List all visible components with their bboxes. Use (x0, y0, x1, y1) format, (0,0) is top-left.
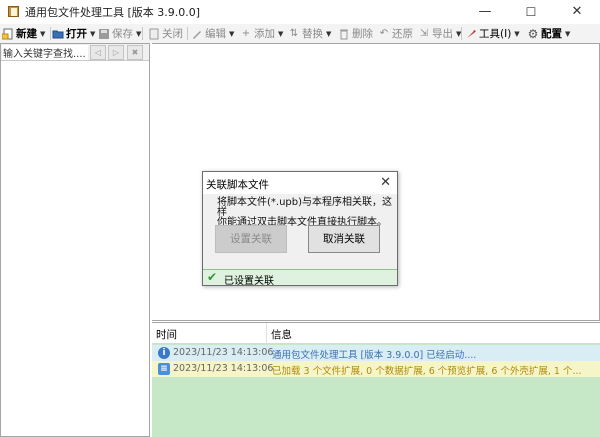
tools-dropdown-icon: ▼ (514, 29, 520, 38)
add-button[interactable]: + 添加 ▼ (240, 24, 284, 43)
file-tree-panel[interactable]: ◁ ▷ ✖ (0, 43, 150, 437)
dialog-status-bar: ✔ 已设置关联 (203, 269, 397, 287)
add-dropdown-icon: ▼ (278, 29, 284, 38)
dialog-title: 关联脚本文件 (206, 179, 269, 191)
pencil-icon (191, 28, 203, 40)
edit-dropdown-icon: ▼ (229, 29, 235, 38)
add-label: 添加 (254, 28, 275, 40)
dialog-close-icon[interactable]: ✕ (380, 175, 391, 190)
plus-icon: + (241, 27, 251, 39)
restore-button[interactable]: ↶ 还原 (378, 24, 413, 43)
delete-icon (338, 28, 350, 40)
log-col-info[interactable]: 信息 (271, 327, 292, 342)
log-time: 2023/11/23 14:13:06 (173, 347, 274, 358)
close-button[interactable]: ✕ (554, 0, 600, 24)
search-next-button[interactable]: ▷ (108, 45, 124, 60)
save-button[interactable]: 保存 ▼ (98, 24, 141, 43)
new-file-icon (1, 28, 14, 40)
minimize-button[interactable]: — (462, 0, 508, 24)
tools-icon (465, 28, 477, 40)
export-label: 导出 (432, 28, 453, 40)
dialog-message: 将脚本文件(*.upb)与本程序相关联，这样 你能通过双击脚本文件直接执行脚本。 (217, 198, 393, 228)
dialog-message-line: 将脚本文件(*.upb)与本程序相关联，这样 (217, 197, 393, 218)
check-icon: ✔ (207, 270, 218, 284)
app-icon (7, 5, 20, 18)
info-icon: i (158, 347, 170, 359)
replace-dropdown-icon: ▼ (326, 29, 332, 38)
folder-icon (52, 28, 64, 40)
edit-button[interactable]: 编辑 ▼ (191, 24, 234, 43)
config-label: 配置 (541, 28, 562, 40)
log-time: 2023/11/23 14:13:06 (173, 363, 274, 374)
save-label: 保存 (112, 28, 133, 40)
chevron-left-icon: ◁ (94, 48, 102, 57)
search-prev-button[interactable]: ◁ (90, 45, 106, 60)
new-dropdown-icon: ▼ (40, 29, 46, 38)
replace-button[interactable]: ⇅ 替换 ▼ (288, 24, 332, 43)
open-label: 打开 (66, 28, 87, 40)
window-title: 通用包文件处理工具 [版本 3.9.0.0] (25, 6, 201, 19)
log-col-time[interactable]: 时间 (156, 327, 177, 342)
log-row[interactable]: ≡ 2023/11/23 14:13:06 已加载 3 个文件扩展, 0 个数据… (152, 361, 600, 377)
log-message: 通用包文件处理工具 [版本 3.9.0.0] 已经启动.... (272, 350, 477, 361)
restore-label: 还原 (392, 28, 413, 40)
delete-button[interactable]: 删除 (338, 24, 373, 43)
restore-icon: ↶ (379, 27, 389, 39)
open-button[interactable]: 打开 ▼ (52, 24, 95, 43)
set-association-button[interactable]: 设置关联 (215, 225, 287, 253)
config-dropdown-icon: ▼ (565, 29, 571, 38)
replace-icon: ⇅ (289, 27, 299, 39)
tools-button[interactable]: 工具(I) ▼ (465, 24, 520, 43)
close-file-label: 关闭 (162, 28, 183, 40)
toolbar: 新建 ▼ 打开 ▼ 保存 ▼ 关闭 编辑 ▼ + 添加 ▼ ⇅ 替换 ▼ 删除 ↶ 还原 ⇲… (0, 24, 600, 43)
close-file-button[interactable]: 关闭 (148, 24, 183, 43)
dialog-title-bar: 关联脚本文件 ✕ (203, 172, 397, 194)
replace-label: 替换 (302, 28, 323, 40)
config-button[interactable]: ⚙ 配置 ▼ (527, 24, 571, 43)
dialog-status-text: 已设置关联 (224, 276, 274, 287)
new-label: 新建 (16, 28, 37, 40)
close-file-icon (148, 28, 160, 40)
maximize-button[interactable]: ☐ (508, 0, 554, 24)
tools-label: 工具(I) (479, 28, 512, 40)
save-icon (98, 28, 110, 40)
open-dropdown-icon: ▼ (90, 29, 96, 38)
chevron-right-icon: ▷ (112, 48, 120, 57)
log-panel[interactable]: 时间 信息 i 2023/11/23 14:13:06 通用包文件处理工具 [版… (152, 322, 600, 437)
search-input[interactable] (2, 45, 88, 60)
edit-label: 编辑 (205, 28, 226, 40)
message-icon: ≡ (158, 363, 170, 375)
associate-script-dialog: 关联脚本文件 ✕ 将脚本文件(*.upb)与本程序相关联，这样 你能通过双击脚本… (202, 171, 398, 287)
search-options-button[interactable]: ✖ (127, 45, 143, 60)
gear-icon: ⚙ (527, 26, 539, 41)
save-dropdown-icon: ▼ (136, 29, 142, 38)
export-icon: ⇲ (419, 27, 429, 39)
log-row[interactable]: i 2023/11/23 14:13:06 通用包文件处理工具 [版本 3.9.… (152, 345, 600, 361)
log-header: 时间 信息 (152, 323, 600, 344)
cancel-association-button[interactable]: 取消关联 (308, 225, 380, 253)
export-button[interactable]: ⇲ 导出 ▼ (418, 24, 462, 43)
title-bar: 通用包文件处理工具 [版本 3.9.0.0] — ☐ ✕ (0, 0, 600, 24)
filter-icon: ✖ (131, 48, 139, 57)
delete-label: 删除 (352, 28, 373, 40)
new-button[interactable]: 新建 ▼ (1, 24, 46, 43)
search-bar: ◁ ▷ ✖ (1, 44, 149, 61)
log-message: 已加载 3 个文件扩展, 0 个数据扩展, 6 个预览扩展, 6 个外壳扩展, … (272, 366, 582, 377)
